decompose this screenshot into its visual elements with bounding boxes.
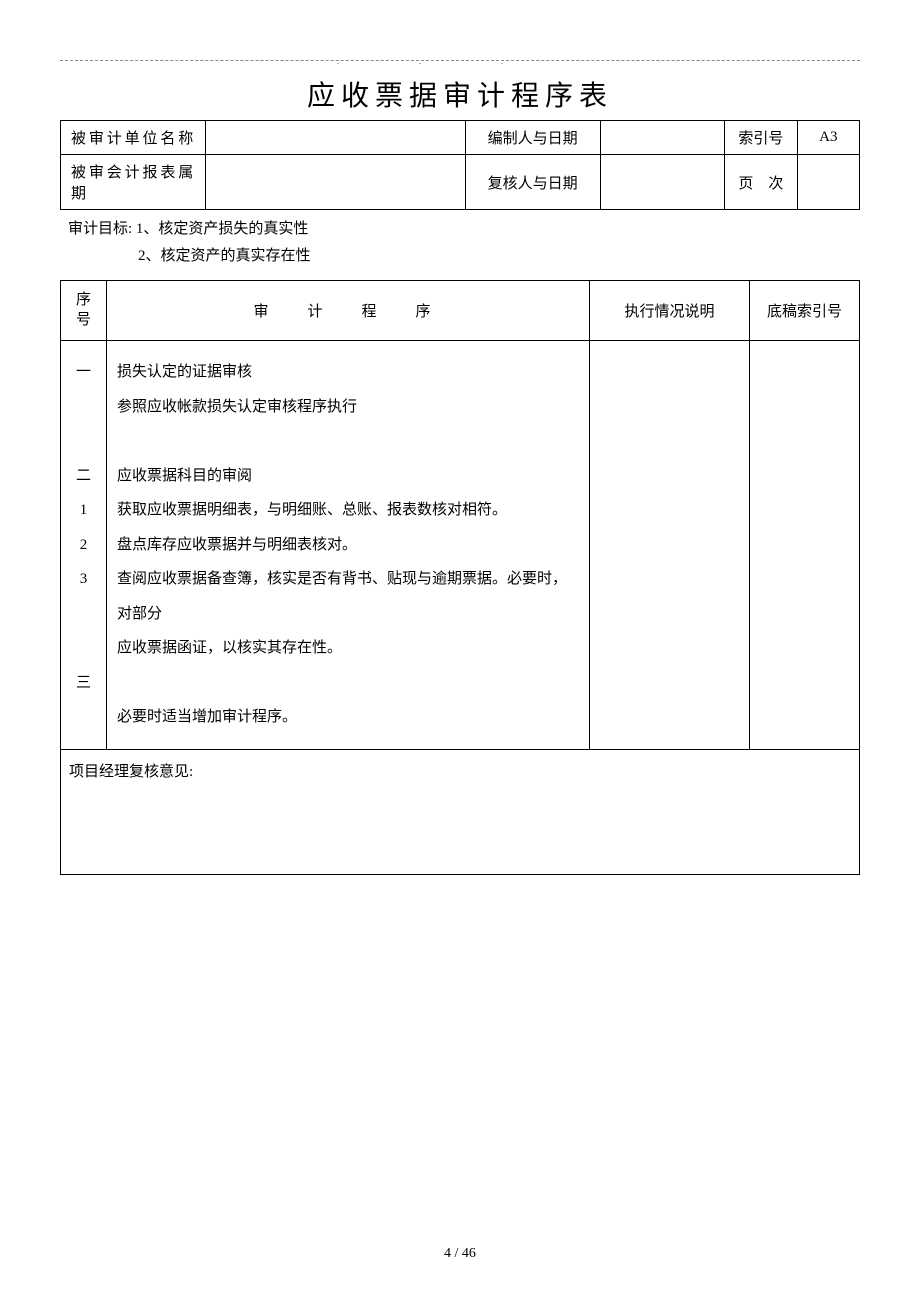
seq-2 (69, 424, 98, 459)
header-info-table: 被审计单位名称 编制人与日期 索引号 A3 被审会计报表属期 复核人与日期 页 … (60, 120, 860, 210)
col-execution-header: 执行情况说明 (590, 281, 750, 341)
period-value (206, 155, 465, 210)
seq-8 (69, 631, 98, 666)
proc-2 (117, 424, 579, 459)
proc-5: 盘点库存应收票据并与明细表核对。 (117, 528, 579, 563)
seq-header-line1: 序 (69, 291, 98, 311)
page-value (797, 155, 859, 210)
seq-7 (69, 597, 98, 632)
unit-label: 被审计单位名称 (61, 121, 206, 155)
col-seq-header: 序 号 (61, 281, 107, 341)
reviewer-label: 复核人与日期 (465, 155, 600, 210)
seq-4: 1 (69, 493, 98, 528)
procedure-column-body: 损失认定的证据审核 参照应收帐款损失认定审核程序执行 应收票据科目的审阅 获取应… (107, 341, 590, 750)
reviewer-value (600, 155, 725, 210)
proc-1: 参照应收帐款损失认定审核程序执行 (117, 390, 579, 425)
page-number: 4 / 46 (0, 1246, 920, 1262)
preparer-label: 编制人与日期 (465, 121, 600, 155)
index-value: A3 (797, 121, 859, 155)
unit-value (206, 121, 465, 155)
audit-procedure-table: 序 号 审 计 程 序 执行情况说明 底稿索引号 一 二 1 2 3 三 损失认… (60, 280, 860, 875)
goals-prefix: 审计目标: (68, 221, 136, 237)
goal-1: 1、核定资产损失的真实性 (136, 221, 309, 237)
proc-9: 必要时适当增加审计程序。 (117, 700, 579, 735)
review-label: 项目经理复核意见: (69, 764, 193, 780)
proc-7: 应收票据函证，以核实其存在性。 (117, 631, 579, 666)
preparer-value (600, 121, 725, 155)
col-index-header: 底稿索引号 (750, 281, 860, 341)
seq-6: 3 (69, 562, 98, 597)
period-label: 被审会计报表属期 (61, 155, 206, 210)
seq-3: 二 (69, 459, 98, 494)
seq-1 (69, 390, 98, 425)
audit-goals: 审计目标: 1、核定资产损失的真实性 2、核定资产的真实存在性 (68, 216, 860, 270)
seq-9: 三 (69, 666, 98, 701)
page-title: 应收票据审计程序表 (60, 74, 860, 114)
seq-0: 一 (69, 355, 98, 390)
proc-8 (117, 666, 579, 701)
proc-0: 损失认定的证据审核 (117, 355, 579, 390)
seq-5: 2 (69, 528, 98, 563)
proc-4: 获取应收票据明细表，与明细账、总账、报表数核对相符。 (117, 493, 579, 528)
seq-header-line2: 号 (69, 311, 98, 331)
index-column-body (750, 341, 860, 750)
index-label: 索引号 (725, 121, 798, 155)
col-procedure-header: 审 计 程 序 (107, 281, 590, 341)
seq-column-body: 一 二 1 2 3 三 (61, 341, 107, 750)
header-dots: ... (60, 57, 860, 66)
review-opinion-cell: 项目经理复核意见: (61, 749, 860, 874)
goal-2: 2、核定资产的真实存在性 (138, 243, 860, 270)
header-divider (60, 60, 860, 61)
proc-3: 应收票据科目的审阅 (117, 459, 579, 494)
execution-column-body (590, 341, 750, 750)
page-label: 页 次 (725, 155, 798, 210)
proc-6: 查阅应收票据备查簿，核实是否有背书、贴现与逾期票据。必要时，对部分 (117, 562, 579, 631)
